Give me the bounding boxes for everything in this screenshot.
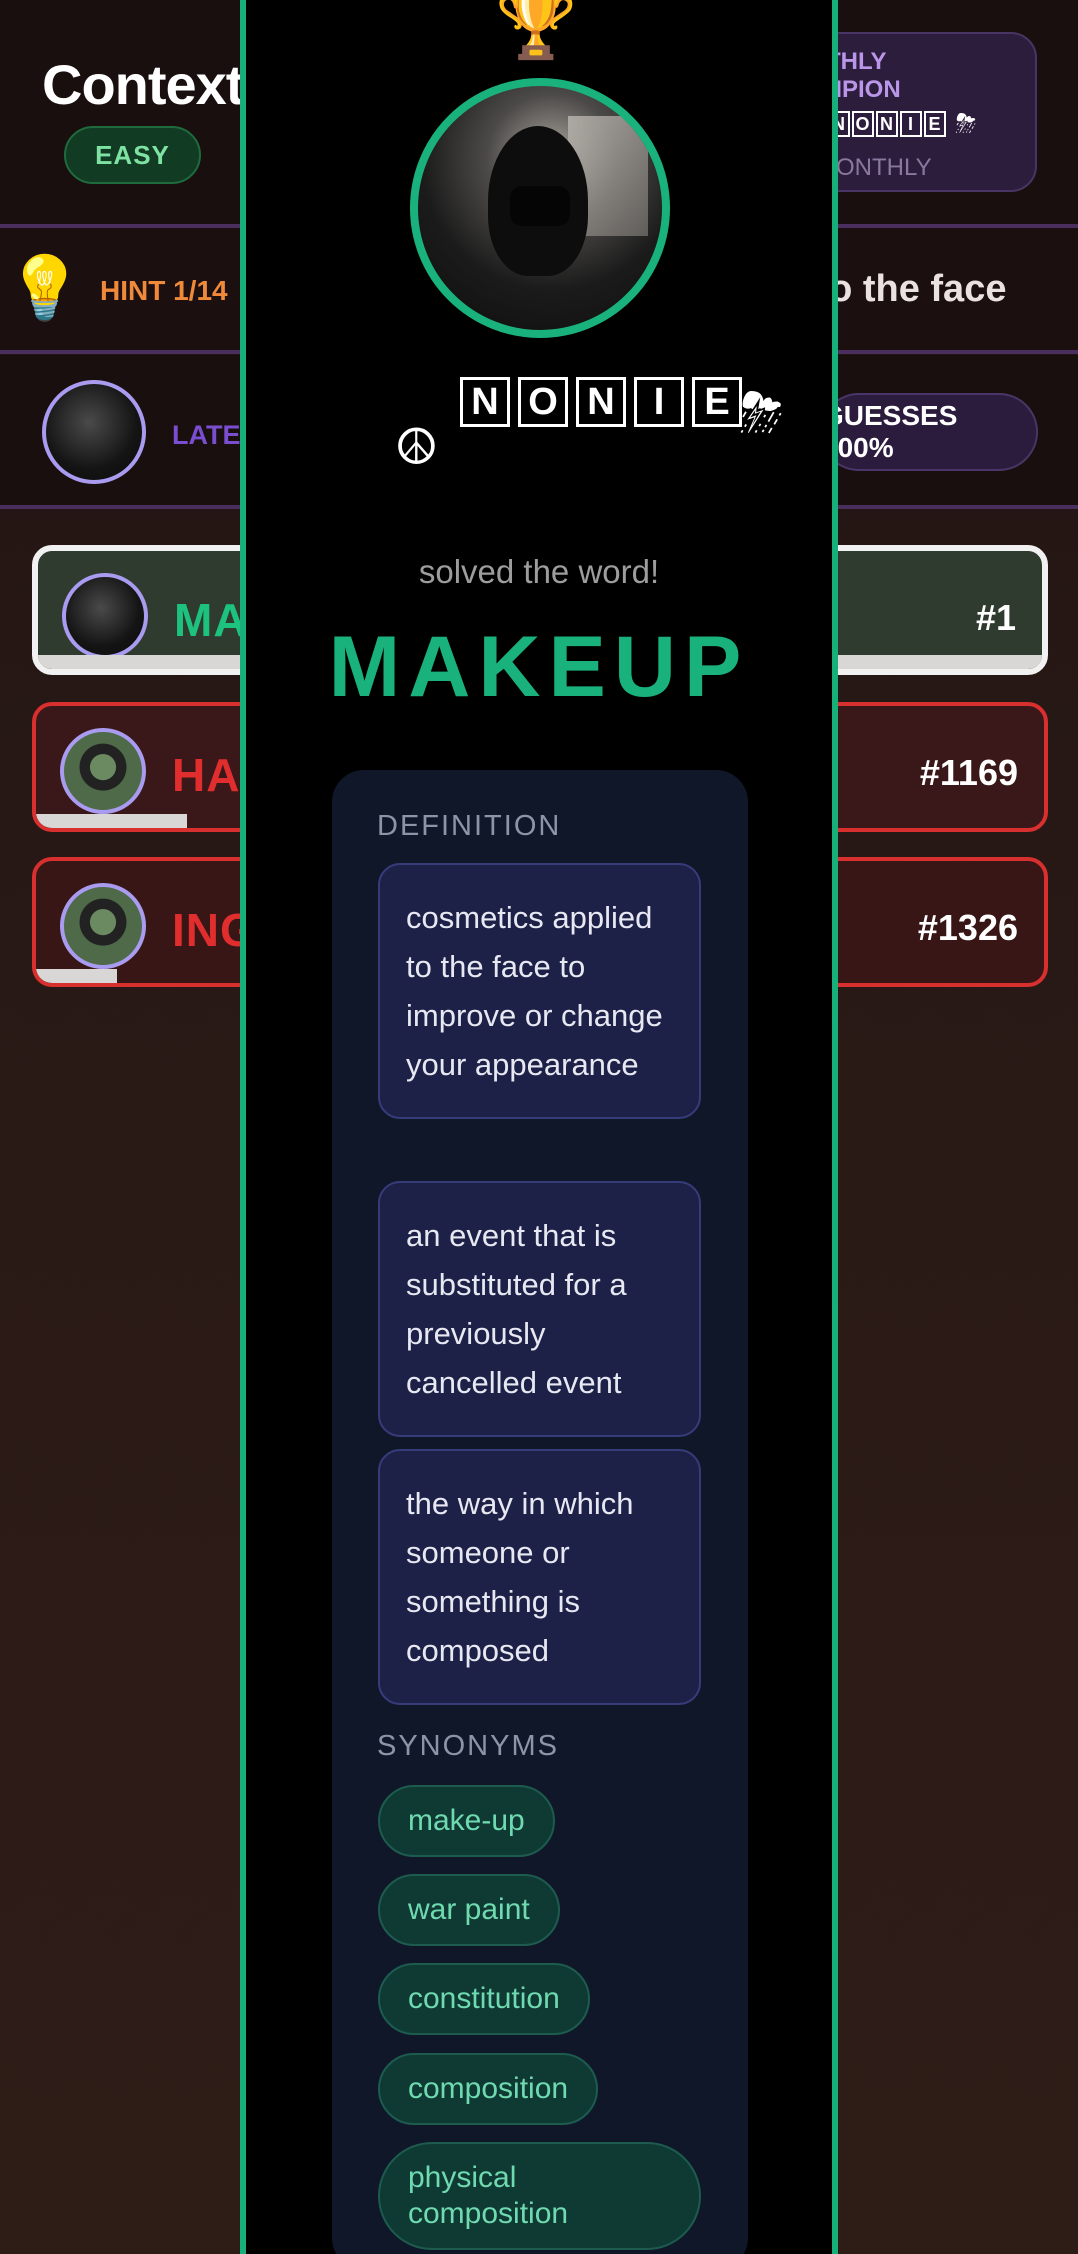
lightbulb-icon[interactable]: 💡 <box>6 252 83 325</box>
name-tile: I <box>899 111 922 137</box>
synonym-chip[interactable]: composition <box>378 2053 599 2125</box>
definition-card: an event that is substituted for a previ… <box>378 1181 701 1437</box>
definition-card: the way in which someone or something is… <box>378 1449 701 1705</box>
name-tile: O <box>518 377 568 427</box>
winner-avatar <box>410 78 670 338</box>
winner-name: N O N I E <box>460 377 742 427</box>
hint-counter: HINT 1/14 <box>100 275 228 306</box>
latest-player-avatar[interactable] <box>42 380 146 484</box>
solved-word: MAKEUP <box>328 619 750 715</box>
trophy-icon: 🏆 <box>495 0 578 61</box>
peace-icon: ☮ <box>394 419 439 475</box>
synonym-chip[interactable]: physical composition <box>378 2142 701 2250</box>
guess-progress-bar <box>36 814 188 828</box>
storm-cloud-icon: ⛈ <box>740 383 784 443</box>
synonym-chip[interactable]: make-up <box>378 1785 555 1857</box>
guess-rank: #1169 <box>919 752 1018 793</box>
solved-text: solved the word! <box>418 553 660 590</box>
synonym-chip[interactable]: war paint <box>378 1874 560 1946</box>
name-tile: I <box>634 377 684 427</box>
avatar-photo-mask <box>510 186 570 226</box>
guesses-pill[interactable]: GUESSES 100% <box>820 393 1038 471</box>
name-tile: E <box>692 377 742 427</box>
definition-label: DEFINITION <box>377 810 562 842</box>
guess-rank: #1326 <box>917 907 1018 948</box>
player-avatar <box>60 728 146 814</box>
difficulty-badge[interactable]: EASY <box>64 126 201 184</box>
definition-card: cosmetics applied to the face to improve… <box>378 863 701 1119</box>
name-tile: E <box>923 111 946 137</box>
guess-rank: #1 <box>975 597 1016 638</box>
name-tile: N <box>875 111 898 137</box>
name-tile: N <box>576 377 626 427</box>
synonyms-label: SYNONYMS <box>377 1730 559 1762</box>
guess-progress-bar <box>36 969 117 983</box>
player-avatar <box>62 573 148 659</box>
synonym-chip[interactable]: constitution <box>378 1963 590 2035</box>
player-avatar <box>60 883 146 969</box>
name-tile: N <box>460 377 510 427</box>
guesses-text: GUESSES 100% <box>822 400 958 463</box>
name-tile: O <box>851 111 874 137</box>
storm-cloud-icon: ⛈ <box>955 108 977 138</box>
